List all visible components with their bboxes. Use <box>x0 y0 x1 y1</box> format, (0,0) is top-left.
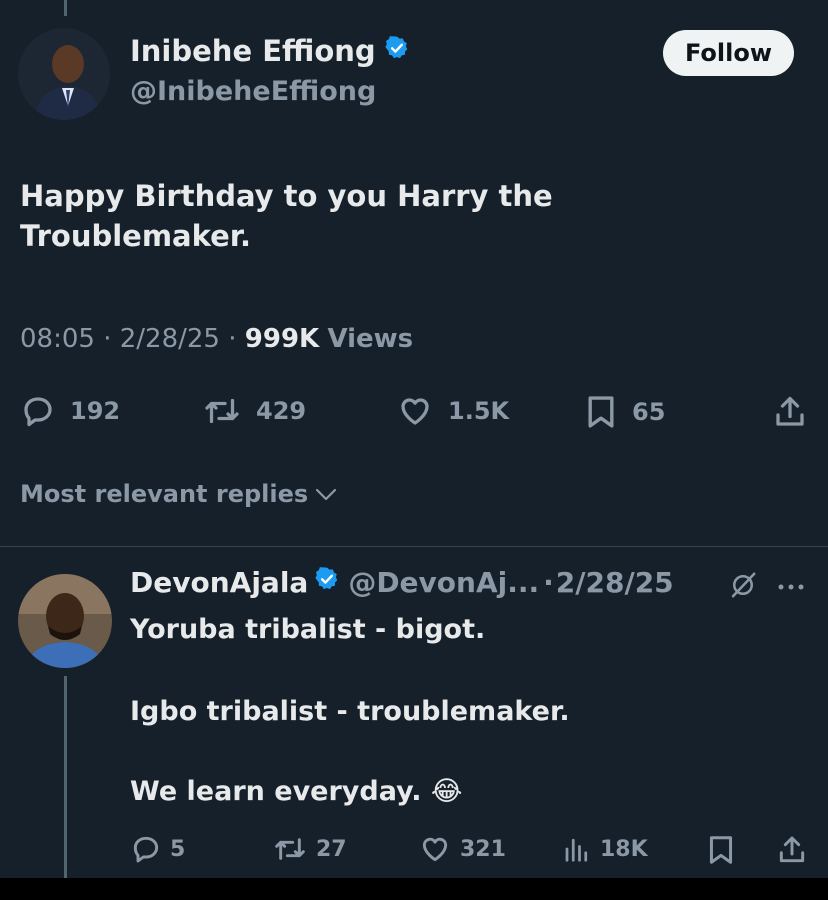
meta-separator: · <box>103 324 112 354</box>
reply-header: DevonAjala @DevonAj... · 2/28/25 <box>130 566 674 599</box>
share-button[interactable] <box>772 393 808 431</box>
tweet-meta: 08:05 · 2/28/25 · 999K Views <box>20 324 413 354</box>
reply-text-paragraph: We learn everyday. 😂 <box>130 776 462 807</box>
reply-count: 192 <box>70 397 121 425</box>
verified-badge-icon <box>314 566 340 599</box>
tweet-text: Happy Birthday to you Harry the Troublem… <box>20 176 720 256</box>
reply-like-button[interactable]: 321 <box>418 833 506 865</box>
thread-line <box>64 0 67 16</box>
meta-separator: · <box>543 566 554 599</box>
reply-repost-count: 27 <box>316 836 347 862</box>
meta-separator: · <box>228 324 237 354</box>
repost-icon <box>202 393 242 429</box>
reply-author-handle[interactable]: @DevonAj... <box>348 566 539 599</box>
repost-count: 429 <box>256 397 307 425</box>
reply-views-button[interactable]: 18K <box>562 833 648 865</box>
bottom-bar <box>0 878 828 900</box>
like-button[interactable]: 1.5K <box>396 393 509 429</box>
sort-label: Most relevant replies <box>20 480 309 508</box>
tweet-date[interactable]: 2/28/25 <box>120 324 220 354</box>
tweet-time[interactable]: 08:05 <box>20 324 95 354</box>
views-count: 999K <box>244 324 320 354</box>
reply-like-count: 321 <box>460 836 506 862</box>
tweet-text-line: Happy Birthday to you Harry the <box>20 179 553 213</box>
sort-replies-dropdown[interactable]: Most relevant replies <box>20 480 338 508</box>
grok-icon[interactable] <box>728 570 758 604</box>
author-name[interactable]: Inibehe Effiong <box>130 34 410 68</box>
reply-share-button[interactable] <box>776 833 808 867</box>
screen: Inibehe Effiong @InibeheEffiong Follow H… <box>0 0 828 878</box>
bookmark-count: 65 <box>632 398 666 426</box>
thread-line <box>64 676 67 878</box>
reply-icon <box>130 833 162 865</box>
reply-avatar[interactable] <box>18 574 112 668</box>
views-label: Views <box>327 324 414 354</box>
bookmark-icon <box>584 393 618 431</box>
author-handle[interactable]: @InibeheEffiong <box>130 76 376 107</box>
share-icon <box>772 393 808 431</box>
reply-views-count: 18K <box>600 836 648 862</box>
repost-icon <box>272 833 308 865</box>
reply-bookmark-button[interactable] <box>706 833 736 867</box>
laughing-emoji: 😂 <box>430 776 463 807</box>
bookmark-button[interactable]: 65 <box>584 393 665 431</box>
tweet-text-line: Troublemaker. <box>20 219 251 253</box>
reply-repost-button[interactable]: 27 <box>272 833 347 865</box>
reply-text-paragraph: Yoruba tribalist - bigot. <box>130 614 486 645</box>
divider <box>0 546 828 547</box>
like-count: 1.5K <box>448 397 510 425</box>
follow-button[interactable]: Follow <box>663 30 794 76</box>
repost-button[interactable]: 429 <box>202 393 306 429</box>
reply-reply-count: 5 <box>170 836 186 862</box>
reply-text: We learn everyday. <box>130 776 422 807</box>
author-avatar[interactable] <box>18 28 110 120</box>
reply-icon <box>20 393 56 429</box>
verified-badge-icon <box>384 34 410 68</box>
views-icon <box>562 833 592 865</box>
bookmark-icon <box>706 833 736 867</box>
reply-author-name[interactable]: DevonAjala <box>130 566 308 599</box>
chevron-down-icon <box>314 480 338 508</box>
reply-text-paragraph: Igbo tribalist - troublemaker. <box>130 696 570 727</box>
like-icon <box>396 393 434 429</box>
reply-reply-button[interactable]: 5 <box>130 833 185 865</box>
more-icon[interactable] <box>776 578 806 597</box>
like-icon <box>418 833 452 865</box>
share-icon <box>776 833 808 867</box>
author-name-text[interactable]: Inibehe Effiong <box>130 34 376 68</box>
reply-button[interactable]: 192 <box>20 393 120 429</box>
reply-date[interactable]: 2/28/25 <box>556 566 674 599</box>
